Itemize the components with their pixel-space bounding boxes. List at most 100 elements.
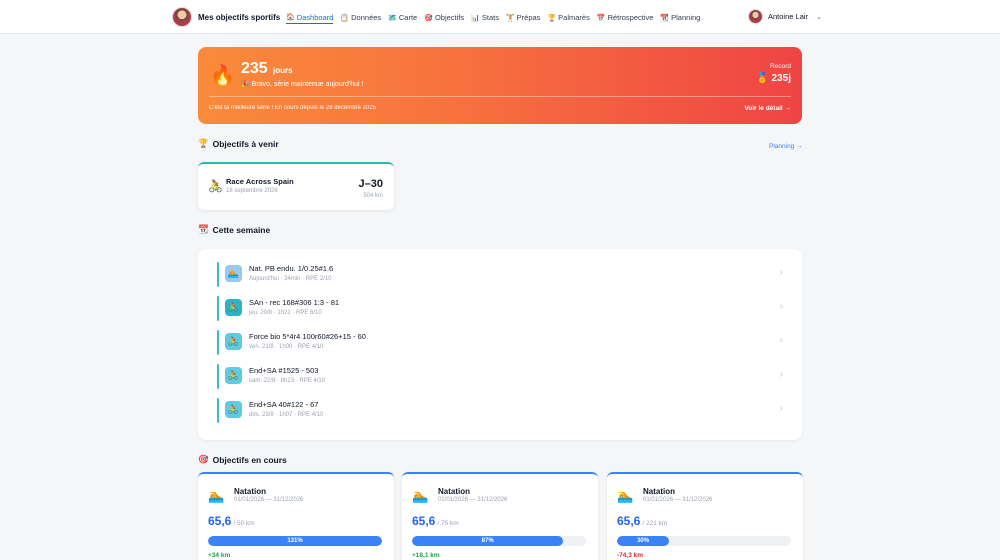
goal-name: Race Across Spain xyxy=(226,177,294,186)
upcoming-title-text: Objectifs à venir xyxy=(212,138,279,149)
nav-item-label: Stats xyxy=(481,13,499,22)
objective-value: 65,6/ 75 km xyxy=(412,514,459,528)
nav-icon: 🏠 xyxy=(286,14,295,21)
progress-fill: 87% xyxy=(412,536,564,546)
top-nav: Mes objectifs sportifs 🏠 Dashboard 📋 Donnée… xyxy=(0,0,1000,34)
sport-icon: 🚴 xyxy=(225,333,242,350)
objective-name: Natation xyxy=(234,487,266,496)
user-name: Antoine Lair xyxy=(768,12,809,21)
chevron-down-icon: ⌄ xyxy=(816,13,822,21)
record-value: 🏅 235j xyxy=(756,73,791,84)
objective-dates: 01/01/2026 — 31/12/2026 xyxy=(643,497,713,503)
medal-icon: 🏅 xyxy=(756,73,769,84)
session-row[interactable]: 🚴 End+SA #1525 - 503 sam. 22/8 · 8h23 · RP… xyxy=(217,364,785,389)
flame-icon: 🔥 xyxy=(210,65,235,87)
objective-value: 65,6/ 221 km xyxy=(617,514,667,528)
chevron-right-icon: › xyxy=(779,369,783,380)
progress-track: 131% xyxy=(208,536,382,546)
sport-glyph: 🚴 xyxy=(227,302,240,312)
objective-current: 65,6 xyxy=(412,514,436,528)
session-accent xyxy=(217,364,219,389)
chevron-right-icon: › xyxy=(779,403,783,414)
chevron-right-icon: › xyxy=(779,335,783,346)
week-title: 📆 Cette semaine xyxy=(198,224,270,235)
objective-value: 65,6/ 50 km xyxy=(208,514,255,528)
swim-icon: 🏊 xyxy=(617,488,634,503)
week-title-text: Cette semaine xyxy=(212,224,271,235)
current-title: 🎯 Objectifs en cours xyxy=(198,454,287,465)
session-row[interactable]: 🚴 SAn - rec 168#306 1:3 - 81 jeu. 20/8 · 1… xyxy=(217,296,785,321)
session-meta: sam. 22/8 · 8h23 · RPE 4/10 xyxy=(249,378,326,384)
calendar-icon: 📆 xyxy=(198,224,209,234)
nav-item-label: Objectifs xyxy=(434,13,465,22)
nav-item-label: Palmarès xyxy=(558,13,590,22)
swim-icon: 🏊 xyxy=(412,488,429,503)
objective-current: 65,6 xyxy=(617,514,641,528)
planning-link[interactable]: Planning → xyxy=(769,143,803,150)
session-meta: ven. 21/8 · 1h00 · RPE 4/10 xyxy=(249,344,324,350)
session-row[interactable]: 🚴 End+SA 40#122 - 67 dim. 23/8 · 1h07 · RP… xyxy=(217,398,785,423)
sport-glyph: 🚴 xyxy=(227,370,240,380)
sport-icon: 🚴 xyxy=(225,401,242,418)
objective-delta: +18,1 km xyxy=(412,552,440,559)
sport-icon: 🏊 xyxy=(225,265,242,282)
session-accent xyxy=(217,330,219,355)
sport-glyph: 🚴 xyxy=(227,404,240,414)
nav-item-planning[interactable]: 📆 Planning xyxy=(660,11,700,24)
progress-fill: 30% xyxy=(617,536,670,546)
session-accent xyxy=(217,262,219,287)
nav-item-label: Prépas xyxy=(516,13,541,22)
streak-footer: C'est ta meilleure série ! En cours depu… xyxy=(209,105,376,111)
nav-item-carte[interactable]: 🗺️ Carte xyxy=(388,11,417,24)
nav-item-objectifs[interactable]: 🎯 Objectifs xyxy=(424,11,464,24)
objective-delta: -74,3 km xyxy=(617,552,644,559)
nav-item-label: Dashboard xyxy=(296,12,334,22)
nav-icon: 🎯 xyxy=(424,14,433,22)
progress-track: 30% xyxy=(617,536,791,546)
nav-icon: 📊 xyxy=(471,14,480,22)
objective-name: Natation xyxy=(643,487,675,496)
session-meta: dim. 23/8 · 1h07 · RPE 4/10 xyxy=(249,412,324,418)
progress-label: 30% xyxy=(637,538,650,544)
objective-card[interactable]: 🏊 Natation 01/01/2026 — 31/12/2026 65,6/ 50… xyxy=(198,472,394,560)
objective-target: / 75 km xyxy=(437,520,459,527)
session-title: Force bio 5*4r4 100r60#26+15 - 60 xyxy=(249,332,366,341)
session-accent xyxy=(217,398,219,423)
objective-dates: 01/01/2026 — 31/12/2026 xyxy=(234,497,304,503)
objective-card[interactable]: 🏊 Natation 01/01/2026 — 31/12/2026 65,6/ 22… xyxy=(607,472,803,560)
chevron-right-icon: › xyxy=(779,267,783,278)
nav-item-rétrospective[interactable]: 📅 Rétrospective xyxy=(597,11,654,24)
nav-item-données[interactable]: 📋 Données xyxy=(340,11,381,24)
nav-item-prépas[interactable]: 🏋️ Prépas xyxy=(506,11,540,24)
nav-icon: 🏋️ xyxy=(505,14,515,22)
upcoming-goal-card[interactable]: 🚴 Race Across Spain 18 septembre 2026 J–… xyxy=(198,162,394,210)
session-title: Nat. PB endu. 1/0.25#1.6 xyxy=(249,264,334,273)
sport-glyph: 🚴 xyxy=(227,336,240,346)
user-menu[interactable]: Antoine Lair ⌄ xyxy=(748,9,822,24)
divider xyxy=(209,96,791,97)
streak-banner: 🔥 235 jours 🎉 Bravo, série maintenue auj… xyxy=(198,47,802,124)
objective-current: 65,6 xyxy=(208,514,232,528)
session-title: End+SA #1525 - 503 xyxy=(249,366,319,375)
progress-label: 131% xyxy=(287,538,303,544)
session-row[interactable]: 🚴 Force bio 5*4r4 100r60#26+15 - 60 ven. 2… xyxy=(217,330,785,355)
nav-item-stats[interactable]: 📊 Stats xyxy=(471,11,499,24)
session-row[interactable]: 🏊 Nat. PB endu. 1/0.25#1.6 Aujourd'hui · 3… xyxy=(217,262,785,287)
nav-item-dashboard[interactable]: 🏠 Dashboard xyxy=(286,11,334,24)
nav-icon: 📅 xyxy=(596,14,606,22)
nav-item-label: Données xyxy=(351,13,382,22)
objective-delta: +34 km xyxy=(208,552,231,559)
brand-avatar xyxy=(172,7,192,27)
nav-item-label: Planning xyxy=(671,13,701,22)
goal-date: 18 septembre 2026 xyxy=(226,188,278,194)
brand[interactable]: Mes objectifs sportifs xyxy=(172,7,280,27)
user-avatar xyxy=(748,9,763,24)
nav-item-palmarès[interactable]: 🏆 Palmarès xyxy=(547,11,589,24)
record-label: Record xyxy=(770,63,791,70)
trophy-icon: 🏆 xyxy=(198,138,209,148)
bike-icon: 🚴 xyxy=(208,179,223,193)
target-icon: 🎯 xyxy=(198,454,209,464)
streak-detail-link[interactable]: Voir le détail → xyxy=(745,105,791,112)
objective-card[interactable]: 🏊 Natation 01/01/2026 — 31/12/2026 65,6/ 75… xyxy=(402,472,598,560)
nav-icon: 🏆 xyxy=(547,14,557,22)
